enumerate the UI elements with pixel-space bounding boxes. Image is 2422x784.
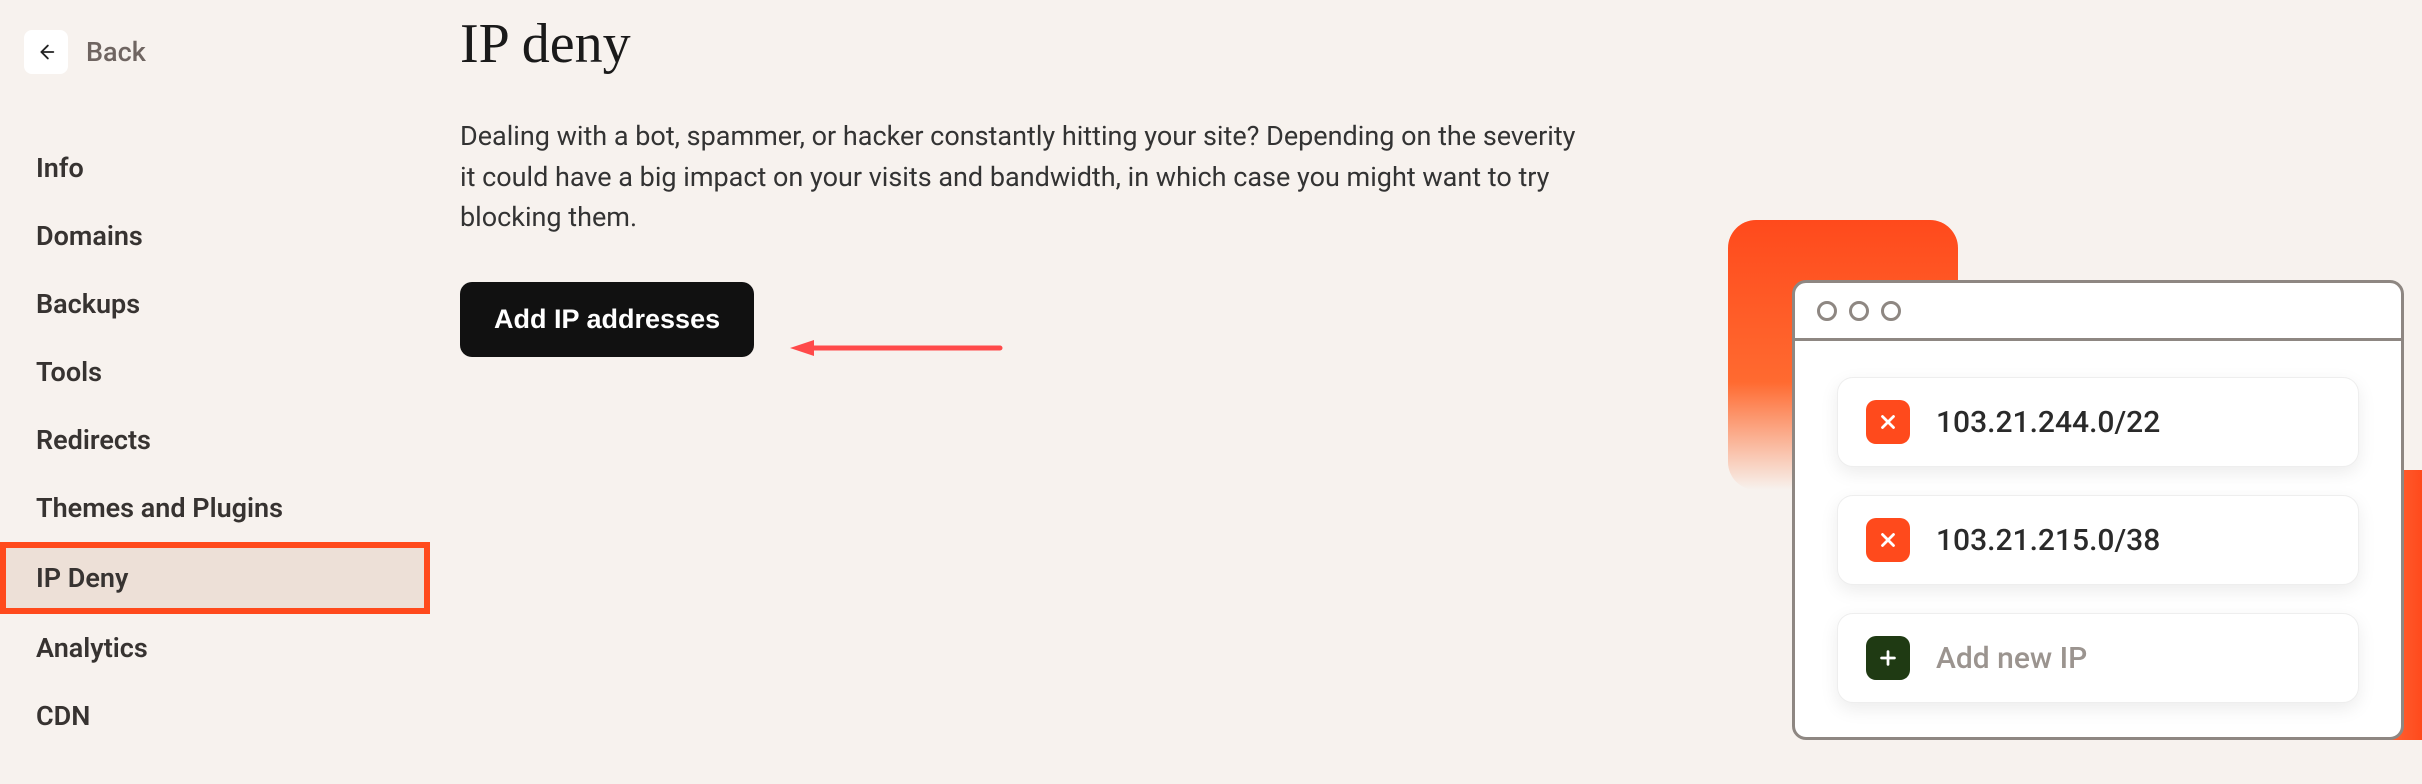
illustration-add-ip-placeholder: Add new IP	[1936, 641, 2087, 676]
arrow-left-icon	[35, 41, 57, 63]
window-dot-icon	[1817, 301, 1837, 321]
illustration-ip-list: 103.21.244.0/22 103.21.215.0/38 Add new …	[1795, 341, 2401, 739]
main-content: IP deny Dealing with a bot, spammer, or …	[460, 12, 1640, 357]
page-title: IP deny	[460, 12, 1640, 76]
sidebar: Back Info Domains Backups Tools Redirect…	[0, 0, 430, 750]
remove-icon	[1866, 518, 1910, 562]
arrow-left-icon	[790, 338, 1010, 358]
add-ip-addresses-button[interactable]: Add IP addresses	[460, 282, 754, 357]
back-button[interactable]	[24, 30, 68, 74]
illustration-add-ip-row: Add new IP	[1837, 613, 2359, 703]
add-icon	[1866, 636, 1910, 680]
illustration-ip-row: 103.21.215.0/38	[1837, 495, 2359, 585]
window-dot-icon	[1881, 301, 1901, 321]
annotation-arrow	[790, 338, 1010, 358]
illustration-ip-value: 103.21.215.0/38	[1936, 523, 2160, 558]
back-label: Back	[86, 36, 146, 68]
sidebar-item-ip-deny[interactable]: IP Deny	[0, 542, 430, 614]
sidebar-item-tools[interactable]: Tools	[0, 338, 430, 406]
back-row: Back	[0, 30, 430, 74]
window-dot-icon	[1849, 301, 1869, 321]
page-description: Dealing with a bot, spammer, or hacker c…	[460, 116, 1590, 238]
illustration-ip-value: 103.21.244.0/22	[1936, 405, 2160, 440]
illustration-ip-row: 103.21.244.0/22	[1837, 377, 2359, 467]
remove-icon	[1866, 400, 1910, 444]
illustration: 103.21.244.0/22 103.21.215.0/38 Add new …	[1662, 200, 2422, 760]
illustration-browser-frame: 103.21.244.0/22 103.21.215.0/38 Add new …	[1792, 280, 2404, 740]
illustration-browser-controls	[1795, 283, 2401, 341]
sidebar-item-analytics[interactable]: Analytics	[0, 614, 430, 682]
sidebar-item-info[interactable]: Info	[0, 134, 430, 202]
sidebar-item-domains[interactable]: Domains	[0, 202, 430, 270]
sidebar-item-cdn[interactable]: CDN	[0, 682, 430, 750]
sidebar-item-backups[interactable]: Backups	[0, 270, 430, 338]
sidebar-item-redirects[interactable]: Redirects	[0, 406, 430, 474]
sidebar-item-themes-and-plugins[interactable]: Themes and Plugins	[0, 474, 430, 542]
